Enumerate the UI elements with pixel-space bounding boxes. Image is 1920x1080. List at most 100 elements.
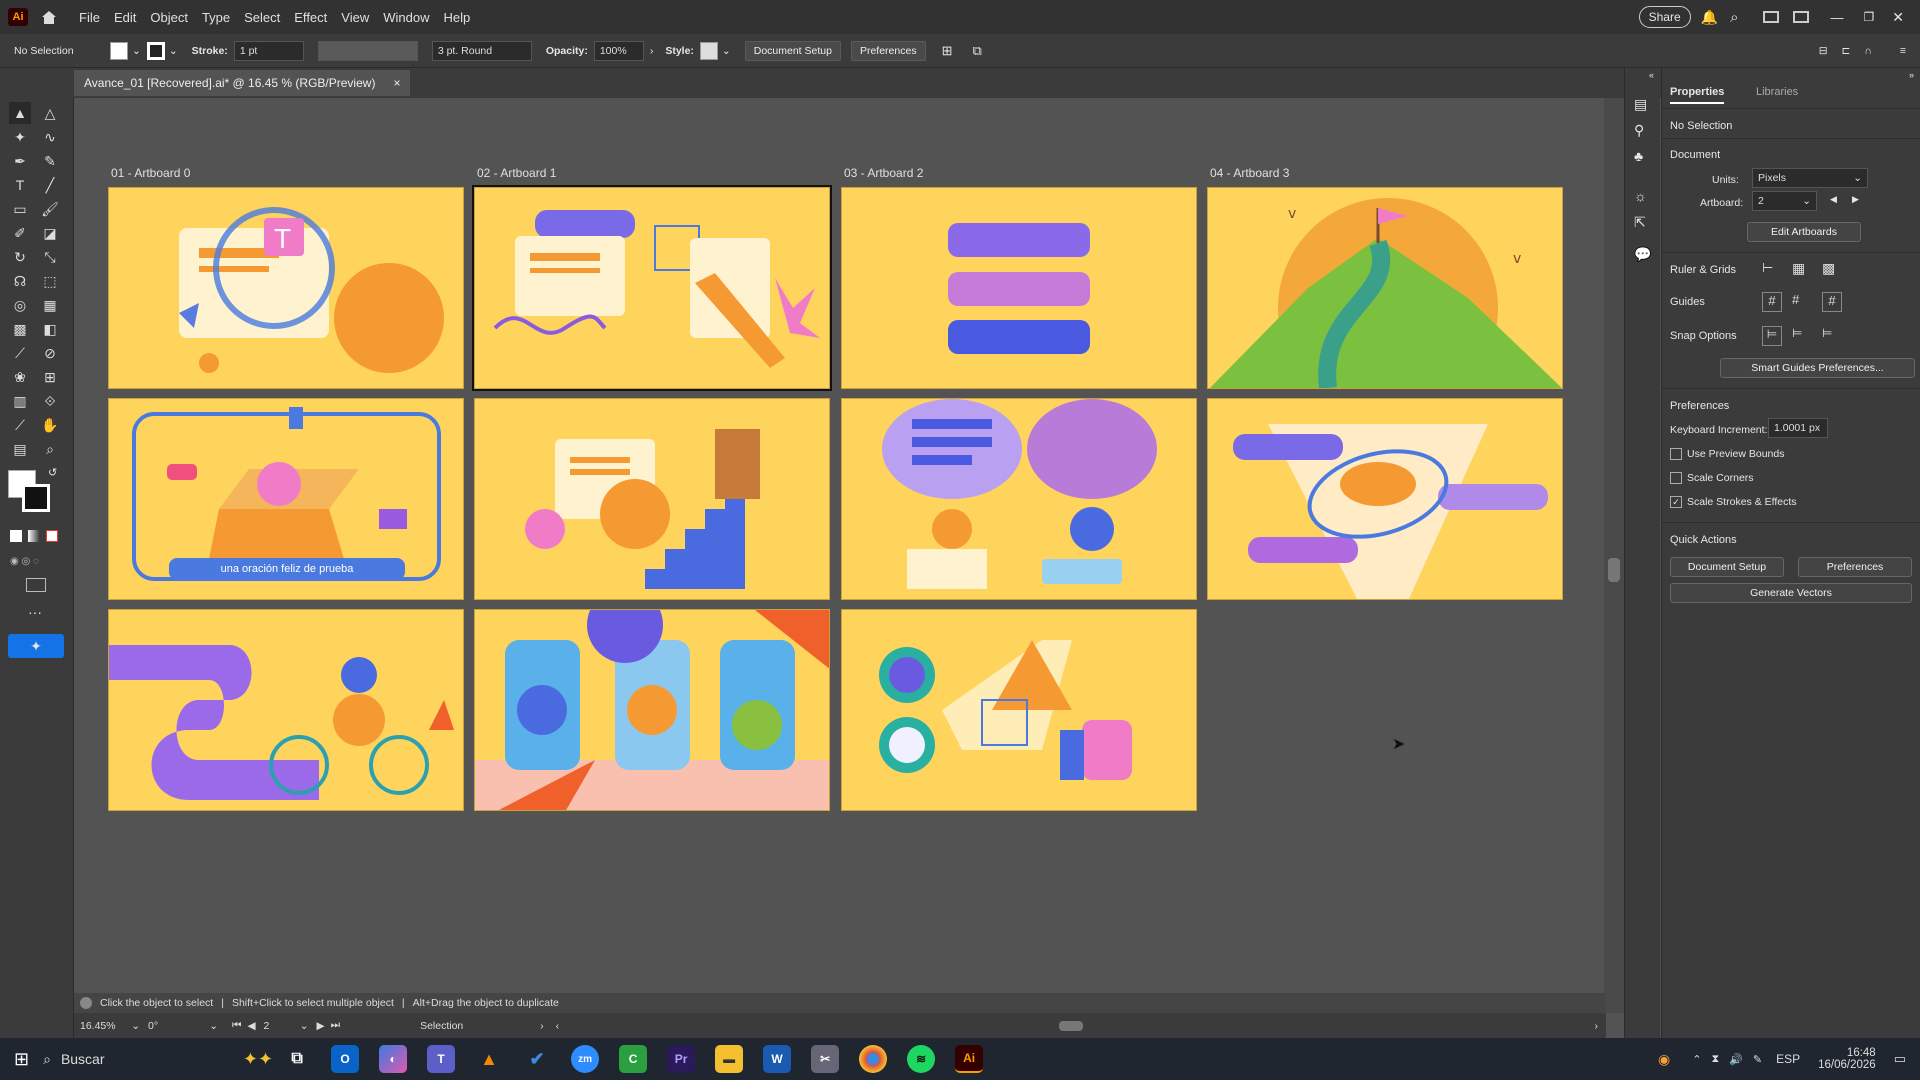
free-transform-icon[interactable]: ⬚ — [39, 270, 61, 292]
volume-icon[interactable]: 🔊 — [1729, 1053, 1743, 1066]
artboard-9[interactable] — [474, 609, 830, 811]
none-mode-icon[interactable] — [46, 530, 58, 542]
prev-artboard-icon[interactable]: ◀ — [1830, 194, 1837, 205]
h-scroll-thumb[interactable] — [1059, 1020, 1084, 1031]
next-artboard-icon[interactable]: ▶ — [1852, 194, 1859, 205]
show-guides-icon[interactable]: # — [1762, 292, 1782, 312]
qa-document-setup-button[interactable]: Document Setup — [1670, 557, 1784, 577]
tab-libraries[interactable]: Libraries — [1756, 86, 1798, 98]
chevron-down-icon[interactable]: ⌄ — [722, 45, 731, 57]
artboard-label-0[interactable]: 01 - Artboard 0 — [111, 166, 190, 180]
magic-wand-icon[interactable]: ✦ — [9, 126, 31, 148]
last-artboard-icon[interactable]: ⏭ — [331, 1019, 340, 1032]
artboard-1[interactable] — [472, 185, 832, 391]
workspace-icon[interactable] — [1762, 11, 1779, 23]
scale-corners-checkbox[interactable]: Scale Corners — [1670, 472, 1754, 484]
document-tab[interactable]: Avance_01 [Recovered].ai* @ 16.45 % (RGB… — [74, 70, 411, 96]
chevron-down-icon[interactable]: ⌄ — [169, 45, 178, 57]
slice-icon[interactable]: ⟐ — [39, 390, 61, 412]
type-tool-icon[interactable]: T — [9, 174, 31, 196]
curvature-icon[interactable]: ✎ — [39, 150, 61, 172]
menu-object[interactable]: Object — [143, 10, 195, 25]
file-explorer-icon[interactable]: ▬ — [715, 1045, 744, 1073]
status-menu-icon[interactable]: › — [540, 1020, 544, 1032]
warp-icon[interactable]: ☊ — [9, 270, 31, 292]
snap-point-icon[interactable]: ⊨ — [1762, 326, 1782, 346]
color-mode-icon[interactable] — [10, 530, 22, 542]
prev-artboard-icon[interactable]: ◀ — [247, 1020, 255, 1032]
task-view-icon[interactable]: ⧉ — [283, 1045, 311, 1073]
lock-guides-icon[interactable]: # — [1792, 292, 1812, 312]
hand-icon[interactable]: ✋ — [39, 414, 61, 436]
artboard-nav-select[interactable]: 2 ⌄ — [264, 1020, 309, 1032]
menu-window[interactable]: Window — [376, 10, 436, 25]
vlc-icon[interactable]: ▲ — [475, 1045, 503, 1073]
next-artboard-icon[interactable]: ▶ — [317, 1020, 325, 1032]
document-setup-button[interactable]: Document Setup — [744, 40, 841, 61]
more-tools-icon[interactable]: ··· — [28, 604, 42, 620]
artboard-0[interactable]: T — [108, 187, 464, 389]
vertical-scrollbar[interactable] — [1604, 98, 1624, 1013]
illustrator-taskbar-icon[interactable]: Ai — [955, 1045, 984, 1073]
units-select[interactable]: Pixels ⌄ — [1752, 168, 1868, 188]
collapse-icon[interactable]: « — [1649, 70, 1654, 80]
brush-select[interactable]: 3 pt. Round — [431, 40, 532, 61]
checkbox-box[interactable] — [1670, 472, 1682, 484]
shape-builder-icon[interactable]: ◎ — [9, 294, 31, 316]
checkbox-box[interactable] — [1670, 448, 1682, 460]
artboard-10[interactable] — [841, 609, 1197, 811]
menu-edit[interactable]: Edit — [107, 10, 143, 25]
perspective-icon[interactable]: ▦ — [39, 294, 61, 316]
camtasia-icon[interactable]: C — [619, 1045, 648, 1073]
menu-select[interactable]: Select — [237, 10, 287, 25]
rectangle-tool-icon[interactable]: ▭ — [9, 198, 31, 220]
search-icon[interactable]: ⌕ — [1730, 9, 1738, 26]
collapse-icon[interactable]: » — [1909, 70, 1914, 80]
paintbrush-icon[interactable]: 🖌 — [39, 198, 61, 220]
comments-icon[interactable]: 💬 — [1634, 246, 1651, 263]
layers-icon[interactable]: ▤ — [1634, 96, 1647, 113]
style-swatch[interactable] — [699, 41, 718, 60]
lasso-icon[interactable]: ∿ — [39, 126, 61, 148]
qa-preferences-button[interactable]: Preferences — [1798, 557, 1912, 577]
artboard-label-3[interactable]: 04 - Artboard 3 — [1210, 166, 1289, 180]
artboard-tool-icon[interactable]: ⊞ — [39, 366, 61, 388]
zoom-select[interactable]: 16.45% ⌄ — [80, 1020, 140, 1032]
shaper-icon[interactable]: ✐ — [9, 222, 31, 244]
zoom-icon[interactable]: ⌕ — [39, 438, 61, 460]
panel-layout-icon[interactable] — [1792, 11, 1809, 23]
first-artboard-icon[interactable]: ⏮ — [232, 1019, 241, 1032]
bell-icon[interactable]: 🔔 — [1701, 9, 1718, 26]
spotify-icon[interactable]: ≋ — [907, 1045, 936, 1073]
minimize-icon[interactable]: — — [1831, 10, 1844, 25]
windows-start-icon[interactable]: ⊞ — [14, 1049, 29, 1070]
chevron-down-icon[interactable]: ⌄ — [132, 45, 141, 57]
stroke-swatch[interactable] — [146, 41, 165, 60]
word-icon[interactable]: W — [763, 1045, 792, 1073]
restore-icon[interactable]: ❐ — [1864, 10, 1875, 24]
generative-icon[interactable]: ✦ — [8, 634, 64, 658]
isolate-icon[interactable]: ⊏ — [1842, 45, 1851, 57]
tab-properties[interactable]: Properties — [1670, 86, 1725, 104]
rotate-icon[interactable]: ↻ — [9, 246, 31, 268]
menu-help[interactable]: Help — [436, 10, 477, 25]
transform-icon[interactable]: ⧉ — [972, 43, 981, 59]
menu-type[interactable]: Type — [195, 10, 237, 25]
close-tab-icon[interactable]: × — [393, 76, 400, 90]
symbol-sprayer-icon[interactable]: ❀ — [9, 366, 31, 388]
teams-icon[interactable]: T — [427, 1045, 456, 1073]
scale-strokes-checkbox[interactable]: ✓ Scale Strokes & Effects — [1670, 496, 1797, 508]
graph-icon[interactable]: ▥ — [9, 390, 31, 412]
swap-icon[interactable]: ↺ — [48, 466, 57, 479]
arrange-icon[interactable]: ⊞ — [942, 43, 953, 59]
premiere-icon[interactable]: Pr — [667, 1045, 696, 1073]
scroll-left-icon[interactable]: ‹ — [556, 1020, 560, 1032]
home-icon[interactable] — [40, 9, 58, 25]
transparency-grid-icon[interactable]: ▩ — [1822, 260, 1842, 280]
help-icon[interactable] — [80, 997, 92, 1009]
mesh-icon[interactable]: ▩ — [9, 318, 31, 340]
line-tool-icon[interactable]: ╱ — [39, 174, 61, 196]
pen-tool-icon[interactable]: ✒ — [9, 150, 31, 172]
stroke-color-box[interactable] — [22, 484, 50, 512]
artboard-2[interactable] — [841, 187, 1197, 389]
